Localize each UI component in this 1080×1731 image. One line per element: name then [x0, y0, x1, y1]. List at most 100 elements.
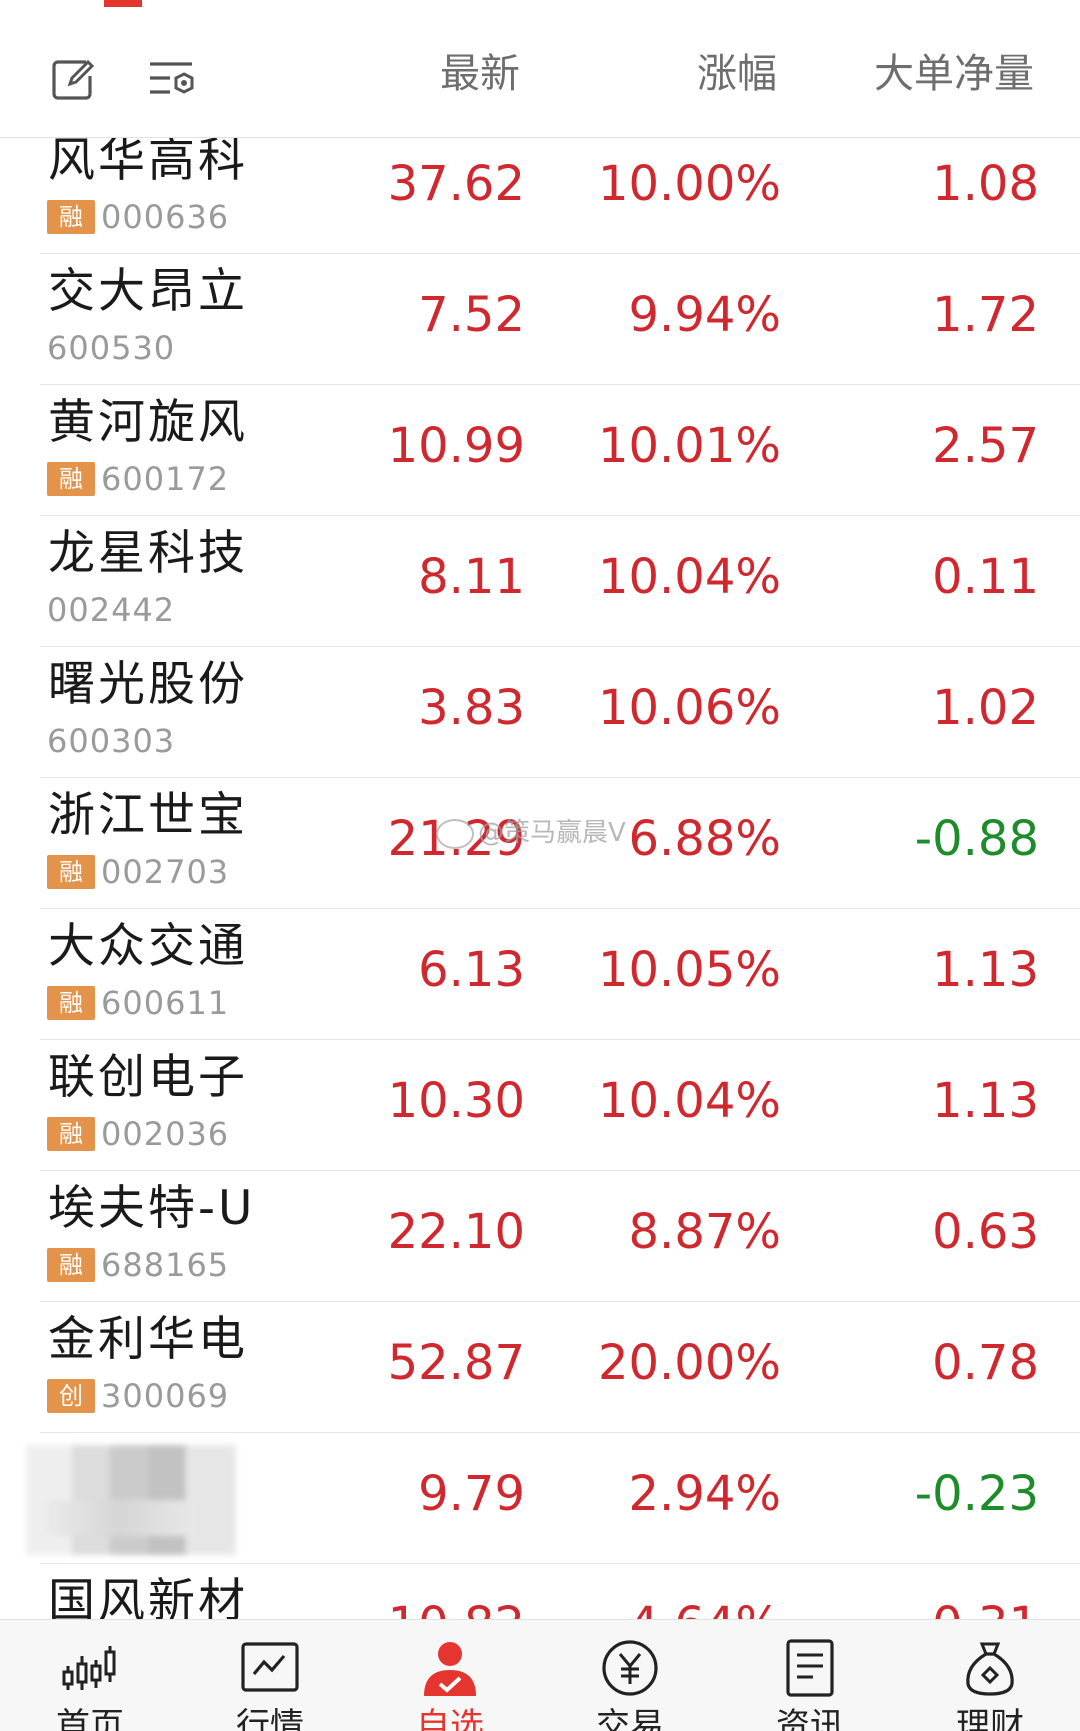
nav-label-watchlist: 自选	[416, 1706, 484, 1731]
column-latest-header[interactable]: 最新	[440, 50, 520, 98]
nav-item-news[interactable]: 资讯	[720, 1620, 900, 1731]
stock-code-line: 002442	[47, 591, 176, 629]
stock-code-line: 融 000636	[47, 198, 230, 236]
big-order-net: 2.57	[932, 418, 1039, 474]
watchlist-screen: 最新 涨幅 大单净量 风华高科融 000636 37.62 10.00% 1.08 交大昂…	[0, 0, 1080, 1731]
weibo-icon	[436, 818, 474, 849]
nav-item-trade[interactable]: 交易	[540, 1620, 720, 1731]
stock-code: 688165	[101, 1246, 230, 1284]
latest-price: 10.99	[387, 418, 525, 474]
latest-price: 6.13	[418, 942, 525, 998]
nav-label-news: 资讯	[776, 1706, 844, 1731]
edit-icon[interactable]	[48, 54, 100, 106]
stock-name: 黄河旋风	[48, 395, 248, 450]
stock-code-line: 融 600172	[47, 460, 229, 498]
stock-code: 000636	[101, 198, 230, 236]
change-percent: 10.00%	[597, 156, 781, 212]
stock-row[interactable]: 龙星科技 002442 8.11 10.04% 0.11	[40, 516, 1080, 647]
latest-price: 10.82	[388, 1597, 525, 1619]
nav-label-wealth: 理财	[956, 1706, 1024, 1731]
margin-tag-badge: 融	[47, 855, 95, 889]
margin-tag-badge: 创	[47, 1379, 95, 1413]
column-change-header[interactable]: 涨幅	[697, 50, 777, 98]
margin-tag-badge: 融	[47, 200, 95, 234]
margin-tag-badge: 融	[47, 986, 95, 1020]
big-order-net: 1.08	[932, 156, 1039, 212]
latest-price: 37.62	[387, 156, 525, 212]
stock-row[interactable]: 埃夫特-U 融 688165 22.10 8.87% 0.63	[40, 1171, 1080, 1302]
filter-settings-icon[interactable]	[146, 54, 198, 106]
column-bignet-header[interactable]: 大单净量	[874, 50, 1034, 98]
stock-code-line: 融 600611	[47, 984, 230, 1022]
margin-tag-badge: 融	[47, 1248, 95, 1282]
nav-item-home[interactable]: 首页	[0, 1620, 180, 1731]
stock-row[interactable]: 曙光股份 600303 3.83 10.06% 1.02	[40, 647, 1080, 778]
latest-price: 52.87	[387, 1335, 525, 1391]
big-order-net: 0.78	[932, 1335, 1039, 1391]
big-order-net: 1.02	[932, 680, 1039, 736]
margin-tag-badge: 融	[47, 462, 95, 496]
list-header: 最新 涨幅 大单净量	[0, 14, 1080, 138]
stock-code-line: 600530	[47, 329, 175, 367]
big-order-net: 0.11	[932, 549, 1039, 605]
stock-code: 002442	[47, 591, 176, 629]
stock-row[interactable]: 9.79 2.94% -0.23	[26, 1433, 1080, 1564]
big-order-net: 0.31	[932, 1597, 1039, 1619]
stock-name: 曙光股份	[48, 657, 248, 712]
stock-code-line: 融 002703	[47, 853, 230, 891]
big-order-net: 1.13	[932, 1073, 1039, 1129]
stock-name: 风华高科	[48, 137, 248, 188]
latest-price: 3.83	[418, 680, 525, 736]
change-percent: 4.64%	[629, 1597, 781, 1619]
nav-item-watchlist[interactable]: 自选	[360, 1620, 540, 1731]
stock-row[interactable]: 国风新材 10.82 4.64% 0.31	[40, 1564, 1080, 1619]
stock-name: 龙星科技	[48, 526, 248, 581]
stock-name: 金利华电	[48, 1312, 248, 1367]
stock-code: 300069	[101, 1377, 230, 1415]
stock-list[interactable]: 风华高科融 000636 37.62 10.00% 1.08 交大昂立 600530 7.52…	[0, 137, 1080, 1619]
stock-row[interactable]: 大众交通融 600611 6.13 10.05% 1.13	[40, 909, 1080, 1040]
stock-row[interactable]: 交大昂立 600530 7.52 9.94% 1.72	[40, 254, 1080, 385]
candlestick-icon	[62, 1646, 116, 1690]
stock-list-content: 风华高科融 000636 37.62 10.00% 1.08 交大昂立 600530 7.52…	[0, 137, 1080, 1619]
stock-row[interactable]: 黄河旋风融 600172 10.99 10.01% 2.57	[40, 385, 1080, 516]
stock-code-line: 创 300069	[47, 1377, 230, 1415]
stock-name: 国风新材	[48, 1574, 248, 1619]
stock-name: 浙江世宝	[48, 788, 248, 843]
document-icon	[786, 1639, 834, 1697]
stock-code: 002703	[101, 853, 230, 891]
stock-name: 大众交通	[48, 919, 248, 974]
latest-price: 8.11	[418, 549, 525, 605]
stock-row[interactable]: 金利华电创 300069 52.87 20.00% 0.78	[40, 1302, 1080, 1433]
big-order-net: -0.23	[914, 1466, 1039, 1522]
change-percent: 2.94%	[628, 1466, 781, 1522]
change-percent: 10.04%	[597, 549, 781, 605]
chart-icon	[241, 1642, 299, 1692]
stock-code: 600303	[47, 722, 176, 760]
watermark-text: @策马赢晨V	[478, 818, 626, 848]
latest-price: 9.79	[418, 1466, 525, 1522]
change-percent: 10.01%	[597, 418, 781, 474]
stock-name: 交大昂立	[48, 264, 248, 319]
nav-label-home: 首页	[56, 1706, 124, 1731]
stock-code-line: 融 688165	[47, 1246, 230, 1284]
stock-code: 002036	[101, 1115, 230, 1153]
stock-code-line: 融 002036	[47, 1115, 230, 1153]
stock-row[interactable]: 联创电子融 002036 10.30 10.04% 1.13	[40, 1040, 1080, 1171]
stock-row[interactable]: 风华高科融 000636 37.62 10.00% 1.08	[40, 137, 1080, 254]
change-percent: 6.88%	[628, 811, 781, 867]
big-order-net: 1.13	[932, 942, 1039, 998]
top-tab-strip	[0, 0, 1080, 15]
nav-label-trade: 交易	[596, 1706, 664, 1731]
stock-code: 600611	[101, 984, 230, 1022]
change-percent: 10.04%	[597, 1073, 781, 1129]
watermark: @策马赢晨V	[436, 812, 626, 849]
change-percent: 10.06%	[597, 680, 781, 736]
nav-item-market[interactable]: 行情	[180, 1620, 360, 1731]
change-percent: 20.00%	[597, 1335, 781, 1391]
latest-price: 7.52	[418, 287, 525, 343]
margin-tag-badge: 融	[47, 1117, 95, 1151]
nav-item-wealth[interactable]: 理财	[900, 1620, 1080, 1731]
big-order-net: 0.63	[932, 1204, 1039, 1260]
nav-label-market: 行情	[236, 1706, 304, 1731]
